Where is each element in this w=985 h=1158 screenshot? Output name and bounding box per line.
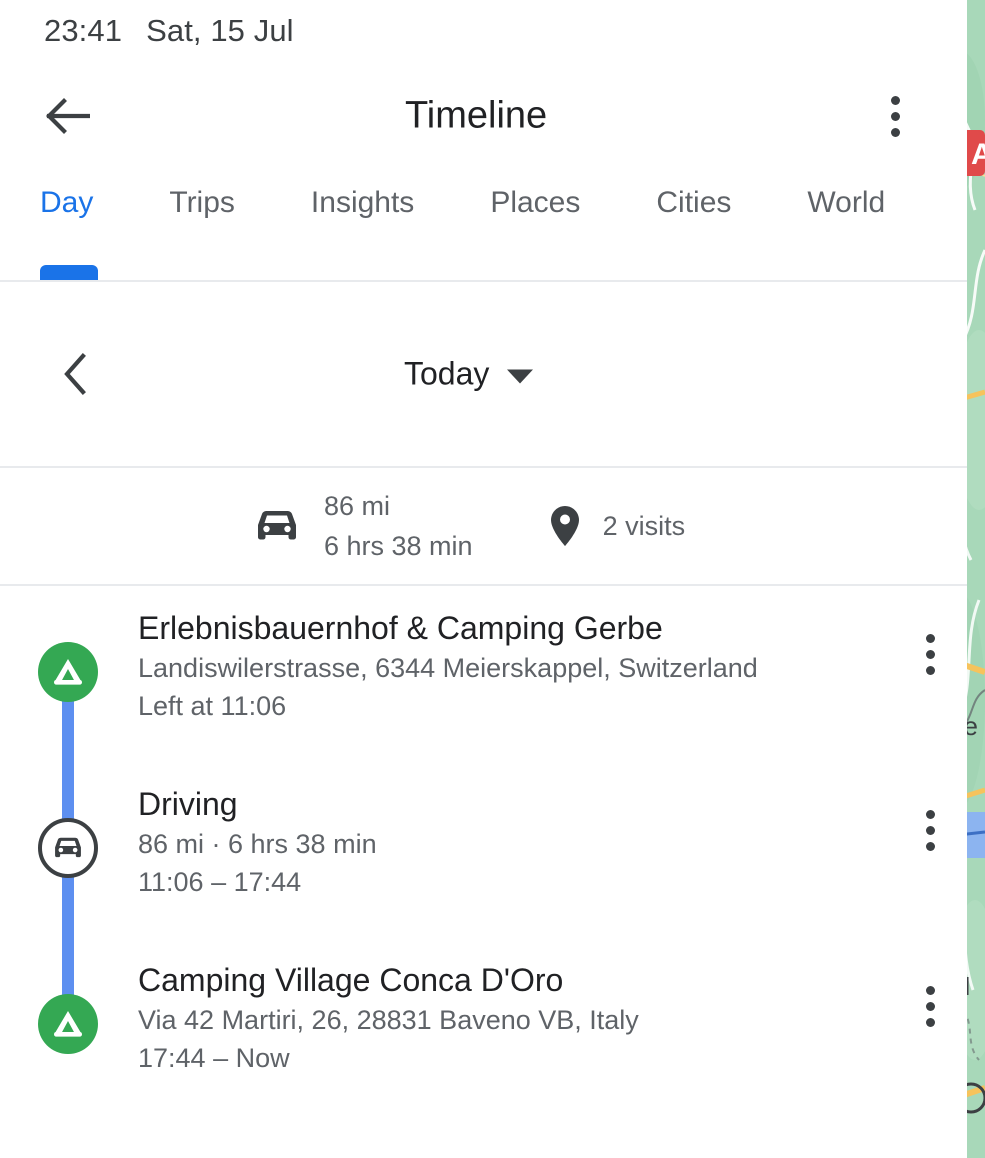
entry-time: 11:06 – 17:44 xyxy=(138,867,302,898)
tab-scroller[interactable]: Day Trips Insights Places Cities World xyxy=(0,170,967,280)
active-tab-indicator xyxy=(40,265,98,280)
entry-overflow-menu-button[interactable] xyxy=(893,938,967,1114)
tab-cities[interactable]: Cities xyxy=(656,170,761,218)
chevron-left-icon xyxy=(64,353,86,395)
more-vert-icon xyxy=(925,666,935,675)
timeline-marker-place[interactable] xyxy=(38,642,98,702)
summary-duration: 6 hrs 38 min xyxy=(324,531,473,561)
app-bar: Timeline xyxy=(0,62,967,170)
summary-distance: 86 mi xyxy=(324,490,391,521)
previous-day-button[interactable] xyxy=(52,350,100,398)
status-bar-date: Sat, 15 Jul xyxy=(146,13,294,48)
timeline-connector xyxy=(62,908,74,1000)
timeline-entry-activity[interactable]: Driving 86 mi · 6 hrs 38 min 11:06 – 17:… xyxy=(0,732,967,982)
status-bar-time: 23:41 xyxy=(44,13,123,48)
more-vert-icon xyxy=(890,95,900,105)
more-vert-icon xyxy=(925,650,935,659)
timeline-marker-place[interactable] xyxy=(38,994,98,1054)
day-dropdown-button[interactable]: Today xyxy=(404,355,534,393)
more-vert-icon xyxy=(925,842,935,851)
entry-detail: 86 mi · 6 hrs 38 min xyxy=(138,828,377,859)
timeline-entry-body: Camping Village Conca D'Oro Via 42 Marti… xyxy=(138,938,893,1114)
entry-title: Driving xyxy=(138,786,238,822)
entry-time: Left at 11:06 xyxy=(138,691,287,722)
more-vert-icon xyxy=(925,1002,935,1011)
summary-visits: 2 visits xyxy=(549,504,686,548)
map-pin-icon xyxy=(550,506,579,546)
timeline-entry-body: Driving 86 mi · 6 hrs 38 min 11:06 – 17:… xyxy=(138,762,893,938)
entry-time: 17:44 – Now xyxy=(138,1043,290,1074)
more-vert-icon xyxy=(925,986,935,995)
more-vert-icon xyxy=(925,826,935,835)
timeline-screen: 23:41 Sat, 15 Jul Timeline Day Trips Ins… xyxy=(0,0,967,1158)
timeline-list: Erlebnisbauernhof & Camping Gerbe Landis… xyxy=(0,586,967,1114)
day-summary: 86 mi 6 hrs 38 min 2 visits xyxy=(0,468,967,586)
entry-overflow-menu-button[interactable] xyxy=(893,762,967,938)
caret-down-icon xyxy=(507,369,534,383)
summary-visit-count: 2 visits xyxy=(602,510,686,541)
entry-address: Landiswilerstrasse, 6344 Meierskappel, S… xyxy=(138,652,758,683)
campground-tent-icon xyxy=(54,1011,82,1037)
entry-title: Camping Village Conca D'Oro xyxy=(138,962,564,998)
timeline-entry-body: Erlebnisbauernhof & Camping Gerbe Landis… xyxy=(138,586,893,762)
more-vert-icon xyxy=(925,1018,935,1027)
timeline-rail xyxy=(0,908,138,1114)
page-title: Timeline xyxy=(405,94,548,137)
timeline-entry-place[interactable]: Camping Village Conca D'Oro Via 42 Marti… xyxy=(0,908,967,1114)
tab-world[interactable]: World xyxy=(807,170,915,218)
more-vert-icon xyxy=(925,810,935,819)
more-vert-icon xyxy=(890,111,900,121)
app-bar-overflow-menu-button[interactable] xyxy=(873,92,917,140)
more-vert-icon xyxy=(890,127,900,137)
back-button[interactable] xyxy=(44,92,92,140)
tab-places[interactable]: Places xyxy=(490,170,610,218)
tab-bar: Day Trips Insights Places Cities World xyxy=(0,170,967,282)
entry-overflow-menu-button[interactable] xyxy=(893,586,967,762)
selected-day-label: Today xyxy=(404,355,490,392)
entry-address: Via 42 Martiri, 26, 28831 Baveno VB, Ita… xyxy=(138,1004,639,1035)
timeline-entry-place[interactable]: Erlebnisbauernhof & Camping Gerbe Landis… xyxy=(0,586,967,792)
svg-text:A: A xyxy=(971,138,985,171)
day-selector: Today xyxy=(0,282,967,468)
car-icon xyxy=(258,511,296,540)
entry-title: Erlebnisbauernhof & Camping Gerbe xyxy=(138,610,663,646)
timeline-marker-driving[interactable] xyxy=(38,818,98,878)
status-bar: 23:41 Sat, 15 Jul xyxy=(0,0,967,62)
arrow-left-icon xyxy=(46,98,90,134)
tab-day[interactable]: Day xyxy=(40,170,123,218)
car-icon xyxy=(55,837,81,858)
tab-trips[interactable]: Trips xyxy=(169,170,265,218)
more-vert-icon xyxy=(925,634,935,643)
campground-tent-icon xyxy=(54,659,82,685)
tab-insights[interactable]: Insights xyxy=(311,170,444,218)
summary-driving: 86 mi 6 hrs 38 min xyxy=(252,488,473,565)
